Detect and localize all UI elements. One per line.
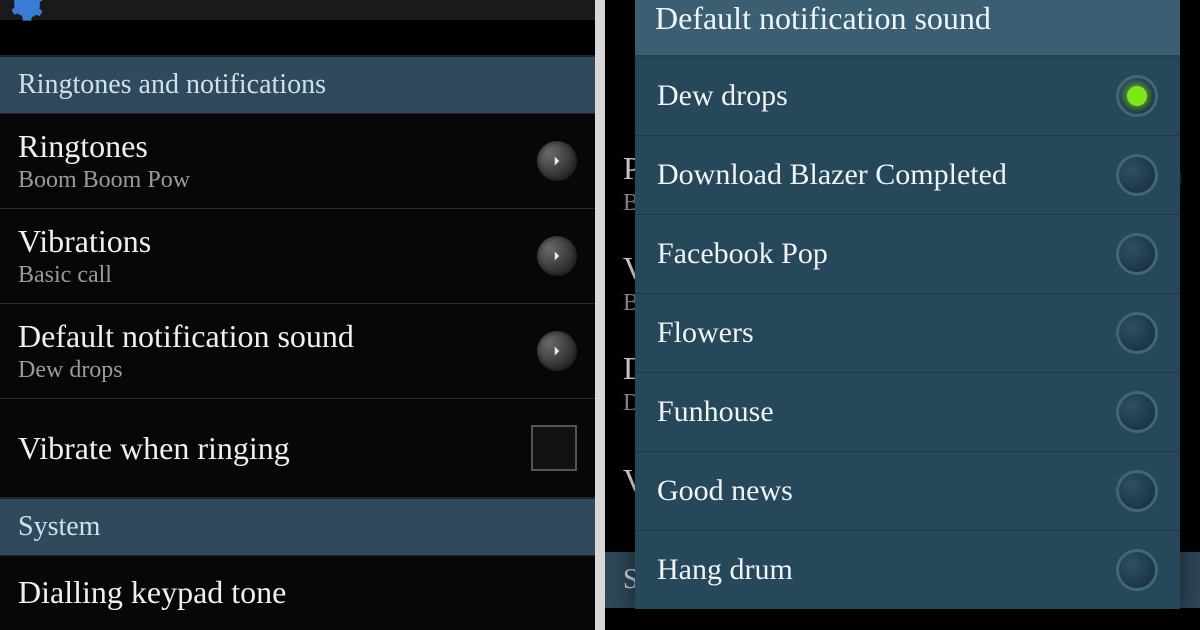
option-download-blazer[interactable]: Download Blazer Completed: [635, 136, 1180, 215]
row-vibrations[interactable]: Vibrations Basic call: [0, 209, 595, 304]
option-label: Flowers: [657, 316, 754, 350]
checkbox-unchecked[interactable]: [531, 425, 577, 471]
section-system: System: [0, 498, 595, 556]
option-label: Download Blazer Completed: [657, 158, 1007, 192]
radio-icon: [1116, 154, 1158, 196]
row-dialling[interactable]: Dialling keypad tone: [0, 556, 595, 630]
row-title: Vibrations: [18, 223, 151, 260]
row-title: Dialling keypad tone: [18, 574, 286, 611]
chevron-right-icon: [537, 236, 577, 276]
option-label: Hang drum: [657, 553, 793, 587]
row-title: Vibrate when ringing: [18, 430, 290, 467]
row-default-notification[interactable]: Default notification sound Dew drops: [0, 304, 595, 399]
option-label: Funhouse: [657, 395, 774, 429]
settings-gear-icon: [10, 0, 44, 22]
phone-left: Sound Ringtones and notifications Ringto…: [0, 0, 595, 630]
radio-icon: [1116, 549, 1158, 591]
option-flowers[interactable]: Flowers: [635, 294, 1180, 373]
option-label: Good news: [657, 474, 793, 508]
radio-selected-icon: [1116, 75, 1158, 117]
radio-icon: [1116, 391, 1158, 433]
titlebar: Sound: [0, 0, 595, 20]
chevron-right-icon: [537, 141, 577, 181]
option-funhouse[interactable]: Funhouse: [635, 373, 1180, 452]
option-dew-drops[interactable]: Dew drops: [635, 57, 1180, 136]
spacer: [0, 20, 595, 56]
row-sub: Boom Boom Pow: [18, 167, 190, 194]
option-hang-drum[interactable]: Hang drum: [635, 531, 1180, 609]
row-ringtones[interactable]: Ringtones Boom Boom Pow: [0, 114, 595, 209]
row-sub: Basic call: [18, 262, 151, 289]
dialog-title: Default notification sound: [635, 0, 1180, 57]
phone-right: P B V B D D V S Default notification sou…: [605, 0, 1200, 630]
row-title: Default notification sound: [18, 318, 354, 355]
row-title: Ringtones: [18, 128, 190, 165]
radio-icon: [1116, 312, 1158, 354]
chevron-right-icon: [537, 331, 577, 371]
section-ringtones: Ringtones and notifications: [0, 56, 595, 114]
option-good-news[interactable]: Good news: [635, 452, 1180, 531]
radio-icon: [1116, 470, 1158, 512]
option-facebook-pop[interactable]: Facebook Pop: [635, 215, 1180, 294]
radio-icon: [1116, 233, 1158, 275]
row-vibrate-ringing[interactable]: Vibrate when ringing: [0, 399, 595, 498]
option-label: Facebook Pop: [657, 237, 828, 271]
row-sub: Dew drops: [18, 357, 354, 384]
notification-sound-dialog: Default notification sound Dew drops Dow…: [635, 0, 1180, 609]
option-label: Dew drops: [657, 79, 788, 113]
